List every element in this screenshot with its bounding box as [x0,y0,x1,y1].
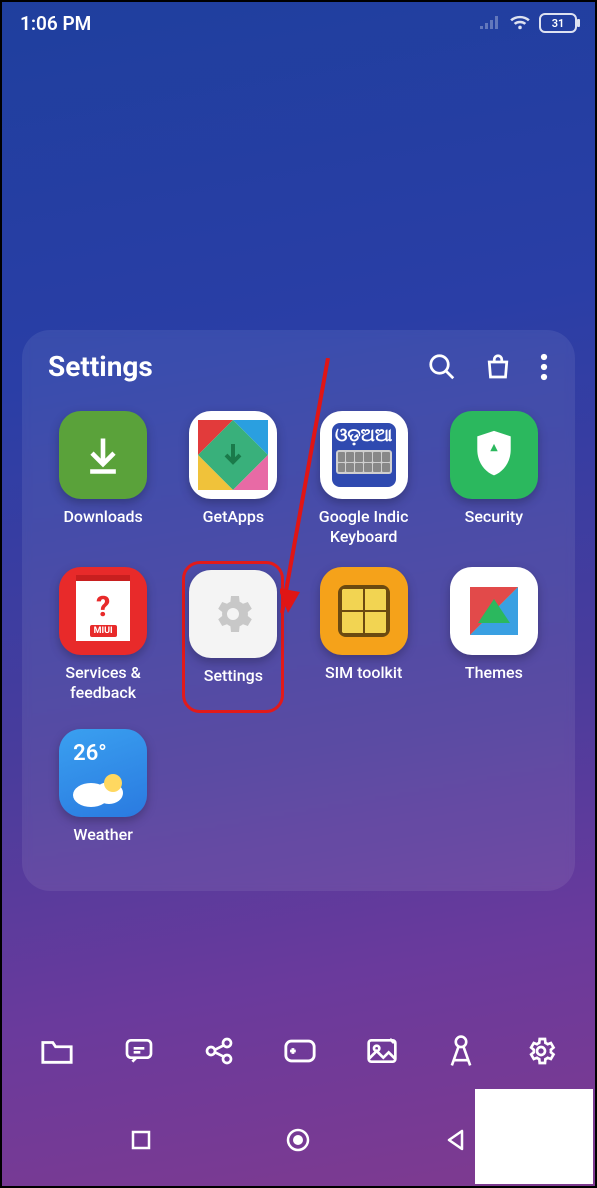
security-icon [450,411,538,499]
games-icon[interactable] [283,1037,317,1065]
weather-icon: 26° [59,729,147,817]
app-label: Weather [73,825,132,865]
app-label: Themes [465,663,523,703]
more-icon[interactable] [539,352,549,382]
downloads-icon [59,411,147,499]
app-label: Downloads [63,507,142,547]
bag-icon[interactable] [483,352,513,382]
sim-toolkit-icon [320,567,408,655]
app-services-feedback[interactable]: ? MIUI Services & feedback [42,567,164,709]
nav-back-button[interactable] [442,1126,470,1154]
getapps-icon [189,411,277,499]
app-label: Google Indic Keyboard [303,507,425,547]
app-themes[interactable]: Themes [433,567,555,709]
miui-badge: MIUI [90,625,117,637]
app-weather[interactable]: 26° Weather [42,729,164,865]
indic-script-text: ଓଡ଼ଅଆ [335,423,392,446]
app-label: Services & feedback [42,663,164,703]
overlay-box [475,1089,593,1184]
app-getapps[interactable]: GetApps [172,411,294,547]
question-mark: ? [96,590,110,623]
services-feedback-icon: ? MIUI [59,567,147,655]
compass-icon[interactable] [446,1034,476,1068]
settings-icon [189,570,277,658]
messages-icon[interactable] [123,1035,155,1067]
signal-icon [479,15,501,31]
indic-keyboard-icon: ଓଡ଼ଅଆ [320,411,408,499]
folder-actions [427,352,549,382]
wifi-icon [509,15,531,31]
themes-icon [450,567,538,655]
status-icons: 31 [479,13,577,33]
battery-icon: 31 [539,13,577,33]
app-security[interactable]: Security [433,411,555,547]
share-icon[interactable] [203,1035,235,1067]
nav-home-button[interactable] [284,1126,312,1154]
app-sim-toolkit[interactable]: SIM toolkit [303,567,425,709]
weather-temperature: 26° [73,741,107,766]
app-downloads[interactable]: Downloads [42,411,164,547]
settings-folder: Settings Downloads [22,330,575,891]
app-google-indic-keyboard[interactable]: ଓଡ଼ଅଆ Google Indic Keyboard [303,411,425,547]
app-settings[interactable]: Settings [172,567,294,709]
search-icon[interactable] [427,352,457,382]
app-label: SIM toolkit [325,663,402,703]
status-bar: 1:06 PM 31 [2,2,595,44]
folder-title: Settings [48,350,153,383]
files-icon[interactable] [40,1036,74,1066]
app-label: Settings [189,666,277,706]
app-label: Security [465,507,523,547]
dock [2,1024,595,1078]
status-time: 1:06 PM [20,12,91,35]
nav-recent-button[interactable] [127,1126,155,1154]
annotation-highlight: Settings [182,561,284,713]
gallery-icon[interactable] [366,1036,398,1066]
folder-header: Settings [42,350,555,383]
app-grid: Downloads GetApps ଓଡ଼ଅଆ [42,411,555,865]
settings-gear-icon[interactable] [525,1035,557,1067]
app-label: GetApps [203,507,265,547]
